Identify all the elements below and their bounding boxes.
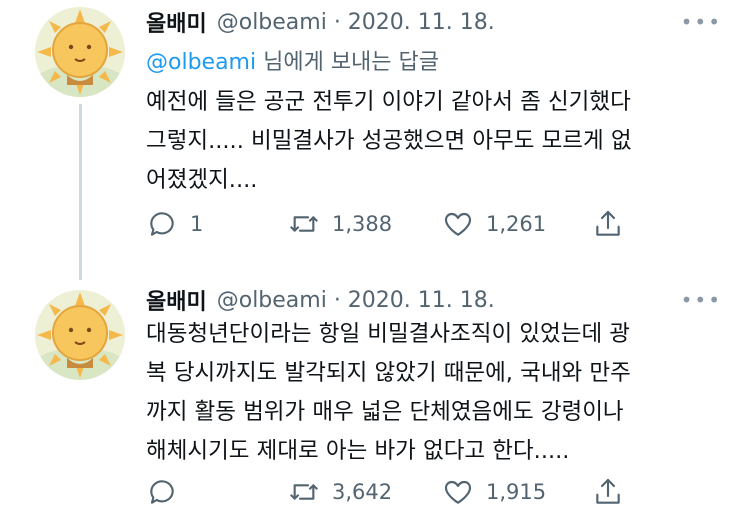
avatar[interactable] [35, 290, 125, 380]
tweet-header: 올배미 @olbeami · 2020. 11. 18. [146, 4, 495, 40]
avatar[interactable] [35, 7, 125, 97]
like-button[interactable]: 1,261 [442, 208, 546, 240]
tweet-text-line: 까지 활동 범위가 매우 넓은 단체였음에도 강령이나 [146, 399, 624, 425]
speech-bubble-icon [150, 480, 174, 504]
tweet-header: 올배미 @olbeami · 2020. 11. 18. [146, 282, 495, 318]
like-count: 1,915 [486, 480, 547, 504]
retweet-arrows-icon [290, 216, 318, 232]
tweet-text-line: 그렇지..... 비밀결사가 성공했으면 아무도 모르게 없 [146, 128, 632, 154]
reply-button[interactable] [146, 476, 190, 508]
avatar-sun-character-image [35, 290, 125, 380]
retweet-count: 1,388 [332, 212, 393, 236]
display-name[interactable]: 올배미 [146, 6, 207, 38]
retweet-button[interactable]: 3,642 [288, 476, 392, 508]
heart-outline-icon [444, 480, 472, 504]
tweet-text-line: 대동청년단이라는 항일 비밀결사조직이 있었는데 광 [146, 321, 631, 347]
retweet-button[interactable]: 1,388 [288, 208, 392, 240]
tweet-text-line: 예전에 들은 공군 전투기 이야기 같아서 좀 신기했다 [146, 89, 631, 115]
tweet-text-line: 복 당시까지도 발각되지 않았기 때문에, 국내와 만주 [146, 360, 631, 386]
heart-outline-icon [444, 212, 472, 236]
tweet-text-line: 해체시기도 제대로 아는 바가 없다고 한다..... [146, 438, 570, 464]
retweet-count: 3,642 [332, 480, 393, 504]
reply-count: 1 [190, 212, 204, 236]
display-name[interactable]: 올배미 [146, 284, 207, 316]
handle-and-date[interactable]: @olbeami · 2020. 11. 18. [217, 288, 495, 313]
more-horizontal-icon[interactable]: ••• [681, 288, 722, 312]
tweet-text: 대동청년단이라는 항일 비밀결사조직이 있었는데 광 복 당시까지도 발각되지 … [146, 315, 736, 471]
retweet-arrows-icon [290, 484, 318, 500]
share-upload-icon [596, 478, 620, 504]
replying-label: 님에게 보내는 답글 [256, 50, 440, 75]
like-count: 1,261 [486, 212, 547, 236]
share-button[interactable] [592, 208, 624, 240]
speech-bubble-icon [150, 212, 174, 236]
replying-to: @olbeami 님에게 보내는 답글 [146, 44, 439, 76]
tweet-text-line: 어졌겠지.... [146, 167, 258, 193]
thread-connector-line [79, 104, 82, 280]
avatar-sun-character-image [35, 7, 125, 97]
reply-button[interactable]: 1 [146, 208, 203, 240]
share-upload-icon [596, 210, 620, 236]
handle-and-date[interactable]: @olbeami · 2020. 11. 18. [217, 10, 495, 35]
more-horizontal-icon[interactable]: ••• [681, 10, 722, 34]
share-button[interactable] [592, 476, 624, 508]
replying-mention-link[interactable]: @olbeami [146, 50, 256, 75]
like-button[interactable]: 1,915 [442, 476, 546, 508]
tweet-text: 예전에 들은 공군 전투기 이야기 같아서 좀 신기했다 그렇지..... 비밀… [146, 83, 736, 200]
